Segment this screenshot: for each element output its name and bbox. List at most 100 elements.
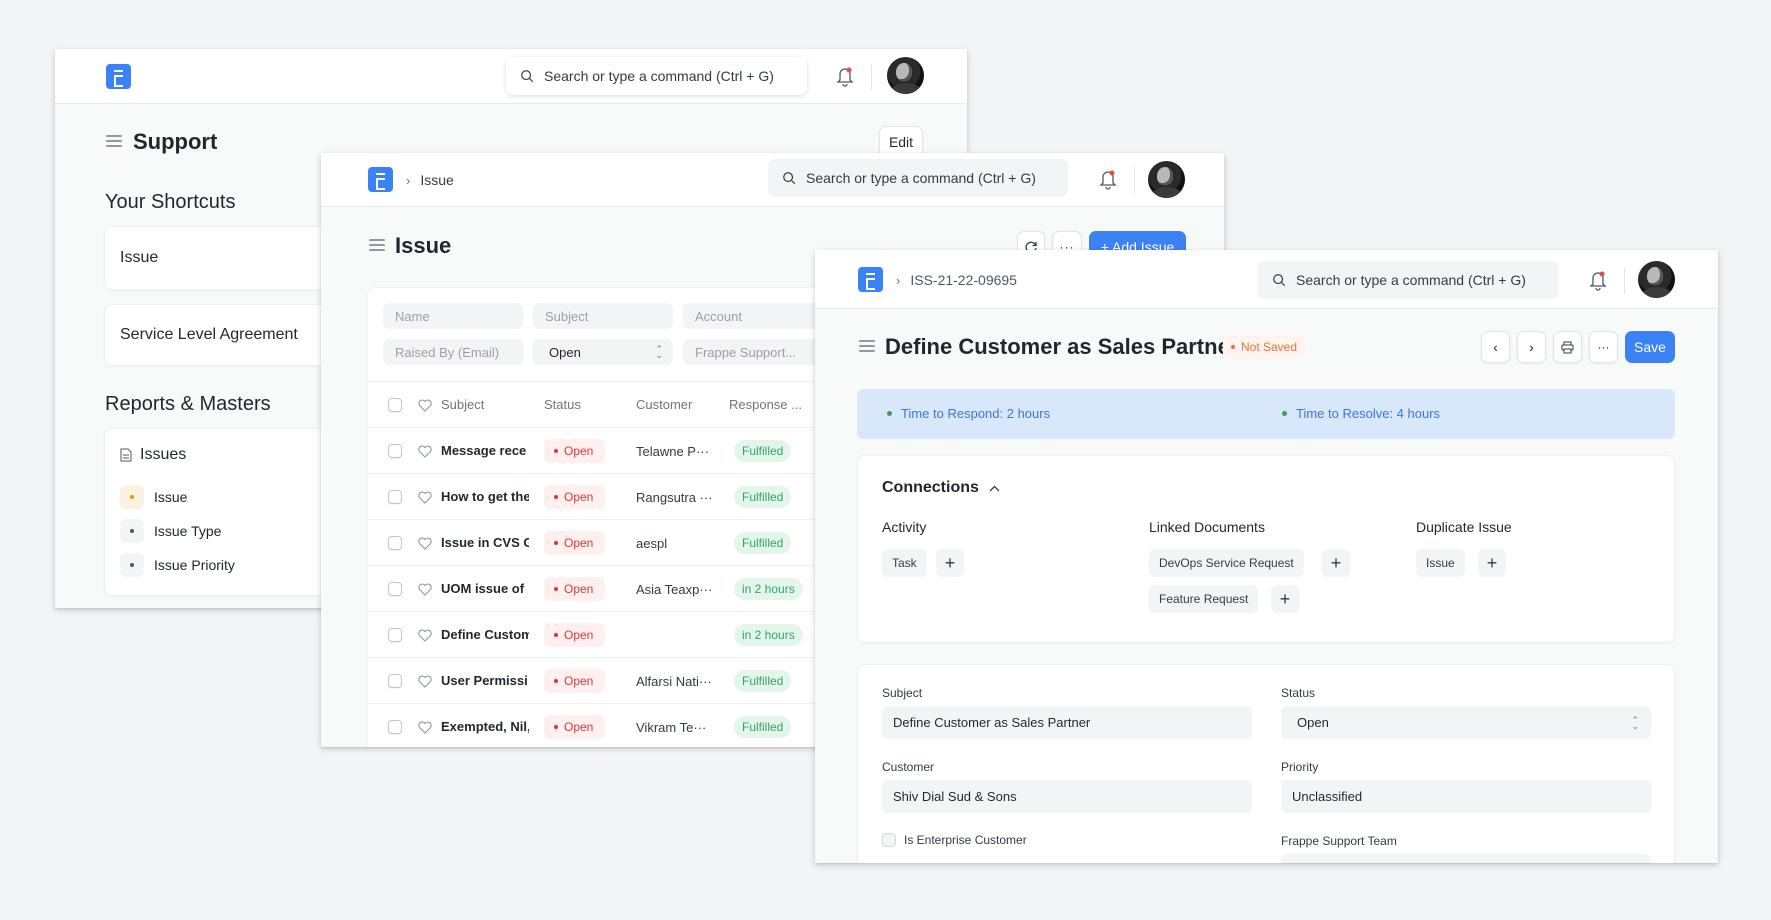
column-header-response[interactable]: Response ... xyxy=(729,397,802,412)
heart-icon[interactable] xyxy=(418,675,432,688)
status-pill: Open xyxy=(544,577,606,601)
add-task-button[interactable]: + xyxy=(936,549,964,577)
status-text: Open xyxy=(564,490,594,504)
connection-chip-feature-request[interactable]: Feature Request xyxy=(1149,585,1259,613)
link-label: Issue xyxy=(154,489,188,505)
search-input[interactable]: Search or type a command (Ctrl + G) xyxy=(506,57,807,95)
user-avatar[interactable] xyxy=(1638,261,1675,298)
breadcrumb-doc[interactable]: ISS-21-22-09695 xyxy=(910,272,1017,288)
notification-bell-icon[interactable] xyxy=(1588,269,1608,291)
row-checkbox[interactable] xyxy=(388,674,402,688)
row-checkbox[interactable] xyxy=(388,536,402,550)
priority-value: Unclassified xyxy=(1292,789,1363,804)
status-pill: Open xyxy=(544,715,606,739)
heart-icon[interactable] xyxy=(418,629,432,642)
link-issue[interactable]: Issue xyxy=(120,485,187,509)
more-actions-button[interactable]: ··· xyxy=(1589,331,1618,363)
row-customer: Rangsutra ··· xyxy=(636,490,713,505)
heart-icon[interactable] xyxy=(418,537,432,550)
row-subject[interactable]: Define Custom xyxy=(441,627,529,642)
customer-input[interactable]: Shiv Dial Sud & Sons xyxy=(882,780,1252,813)
connection-chip-devops-service-request[interactable]: DevOps Service Request xyxy=(1149,549,1304,577)
filter-placeholder: Name xyxy=(395,308,430,324)
filter-status-select[interactable]: Open ⌃ ⌄ xyxy=(533,339,673,365)
row-subject[interactable]: How to get the xyxy=(441,489,529,504)
connection-chip-issue[interactable]: Issue xyxy=(1416,549,1465,577)
filter-subject[interactable]: Subject xyxy=(533,303,673,329)
priority-input[interactable]: Unclassified xyxy=(1281,780,1651,813)
app-logo-icon[interactable] xyxy=(858,267,883,292)
filter-name[interactable]: Name xyxy=(383,303,523,329)
connections-toggle[interactable]: Connections xyxy=(882,479,1000,497)
row-subject[interactable]: Exempted, Nil, xyxy=(441,719,529,734)
frappe-support-team-input[interactable] xyxy=(1281,854,1651,863)
previous-doc-button[interactable]: ‹ xyxy=(1481,331,1510,363)
app-logo-icon[interactable] xyxy=(368,167,393,192)
row-checkbox[interactable] xyxy=(388,444,402,458)
chevron-right-icon: › xyxy=(406,172,411,188)
link-issue-priority[interactable]: Issue Priority xyxy=(120,553,235,577)
print-button[interactable] xyxy=(1553,331,1582,363)
connection-chip-task[interactable]: Task xyxy=(882,549,927,577)
filter-placeholder: Account xyxy=(695,308,742,324)
row-customer: Vikram Te··· xyxy=(636,720,707,735)
save-button[interactable]: Save xyxy=(1625,331,1675,363)
row-checkbox[interactable] xyxy=(388,628,402,642)
document-icon xyxy=(120,448,132,462)
breadcrumb-issue[interactable]: Issue xyxy=(420,172,453,188)
row-customer: aespl xyxy=(636,536,668,551)
notification-bell-icon[interactable] xyxy=(1098,168,1118,190)
status-label: Status xyxy=(1281,686,1316,700)
column-header-status[interactable]: Status xyxy=(544,397,581,412)
user-avatar[interactable] xyxy=(1148,161,1185,198)
app-logo-icon[interactable] xyxy=(106,64,131,89)
column-header-customer[interactable]: Customer xyxy=(636,397,692,412)
row-subject[interactable]: Issue in CVS G xyxy=(441,535,529,550)
row-checkbox[interactable] xyxy=(388,720,402,734)
sidebar-toggle-icon[interactable] xyxy=(106,135,122,147)
search-icon xyxy=(521,70,534,83)
status-select[interactable]: Open ⌃ ⌄ xyxy=(1281,706,1651,739)
status-text: Open xyxy=(564,674,594,688)
add-feature-request-button[interactable]: + xyxy=(1271,585,1299,613)
sidebar-toggle-icon[interactable] xyxy=(859,340,875,352)
is-enterprise-label[interactable]: Is Enterprise Customer xyxy=(904,833,1027,847)
response-text: in 2 hours xyxy=(742,628,795,642)
subject-input[interactable]: Define Customer as Sales Partner xyxy=(882,706,1252,739)
row-subject[interactable]: Message rece xyxy=(441,443,529,458)
form-window: › ISS-21-22-09695 Search or type a comma… xyxy=(815,250,1718,863)
notification-bell-icon[interactable] xyxy=(835,65,855,87)
is-enterprise-checkbox[interactable] xyxy=(882,833,896,847)
search-input[interactable]: Search or type a command (Ctrl + G) xyxy=(768,159,1068,197)
navbar: › Issue Search or type a command (Ctrl +… xyxy=(321,153,1224,207)
column-header-subject[interactable]: Subject xyxy=(441,397,484,412)
heart-icon[interactable] xyxy=(418,399,432,412)
next-doc-button[interactable]: › xyxy=(1517,331,1546,363)
filter-account[interactable]: Account xyxy=(683,303,823,329)
row-checkbox[interactable] xyxy=(388,582,402,596)
sidebar-toggle-icon[interactable] xyxy=(369,239,385,251)
search-icon xyxy=(783,172,796,185)
more-icon: ··· xyxy=(1597,340,1610,354)
heart-icon[interactable] xyxy=(418,721,432,734)
priority-label: Priority xyxy=(1281,760,1319,774)
sla-resolve-text: Time to Resolve: 4 hours xyxy=(1296,406,1441,421)
response-text: Fulfilled xyxy=(742,720,784,734)
select-all-checkbox[interactable] xyxy=(388,398,402,412)
user-avatar[interactable] xyxy=(887,57,924,94)
sla-resolve: Time to Resolve: 4 hours xyxy=(1282,406,1440,421)
row-subject[interactable]: User Permissi xyxy=(441,673,529,688)
search-input[interactable]: Search or type a command (Ctrl + G) xyxy=(1258,261,1558,299)
add-duplicate-issue-button[interactable]: + xyxy=(1478,549,1506,577)
row-customer: Alfarsi Nati··· xyxy=(636,674,712,689)
filter-team-select[interactable]: Frappe Support...⌃⌄ xyxy=(683,339,823,365)
heart-icon[interactable] xyxy=(418,491,432,504)
filter-raised-by[interactable]: Raised By (Email) xyxy=(383,339,523,365)
details-card: Subject Define Customer as Sales Partner… xyxy=(857,664,1675,863)
row-subject[interactable]: UOM issue of xyxy=(441,581,529,596)
add-devops-service-request-button[interactable]: + xyxy=(1322,549,1350,577)
row-checkbox[interactable] xyxy=(388,490,402,504)
heart-icon[interactable] xyxy=(418,445,432,458)
heart-icon[interactable] xyxy=(418,583,432,596)
link-issue-type[interactable]: Issue Type xyxy=(120,519,221,543)
